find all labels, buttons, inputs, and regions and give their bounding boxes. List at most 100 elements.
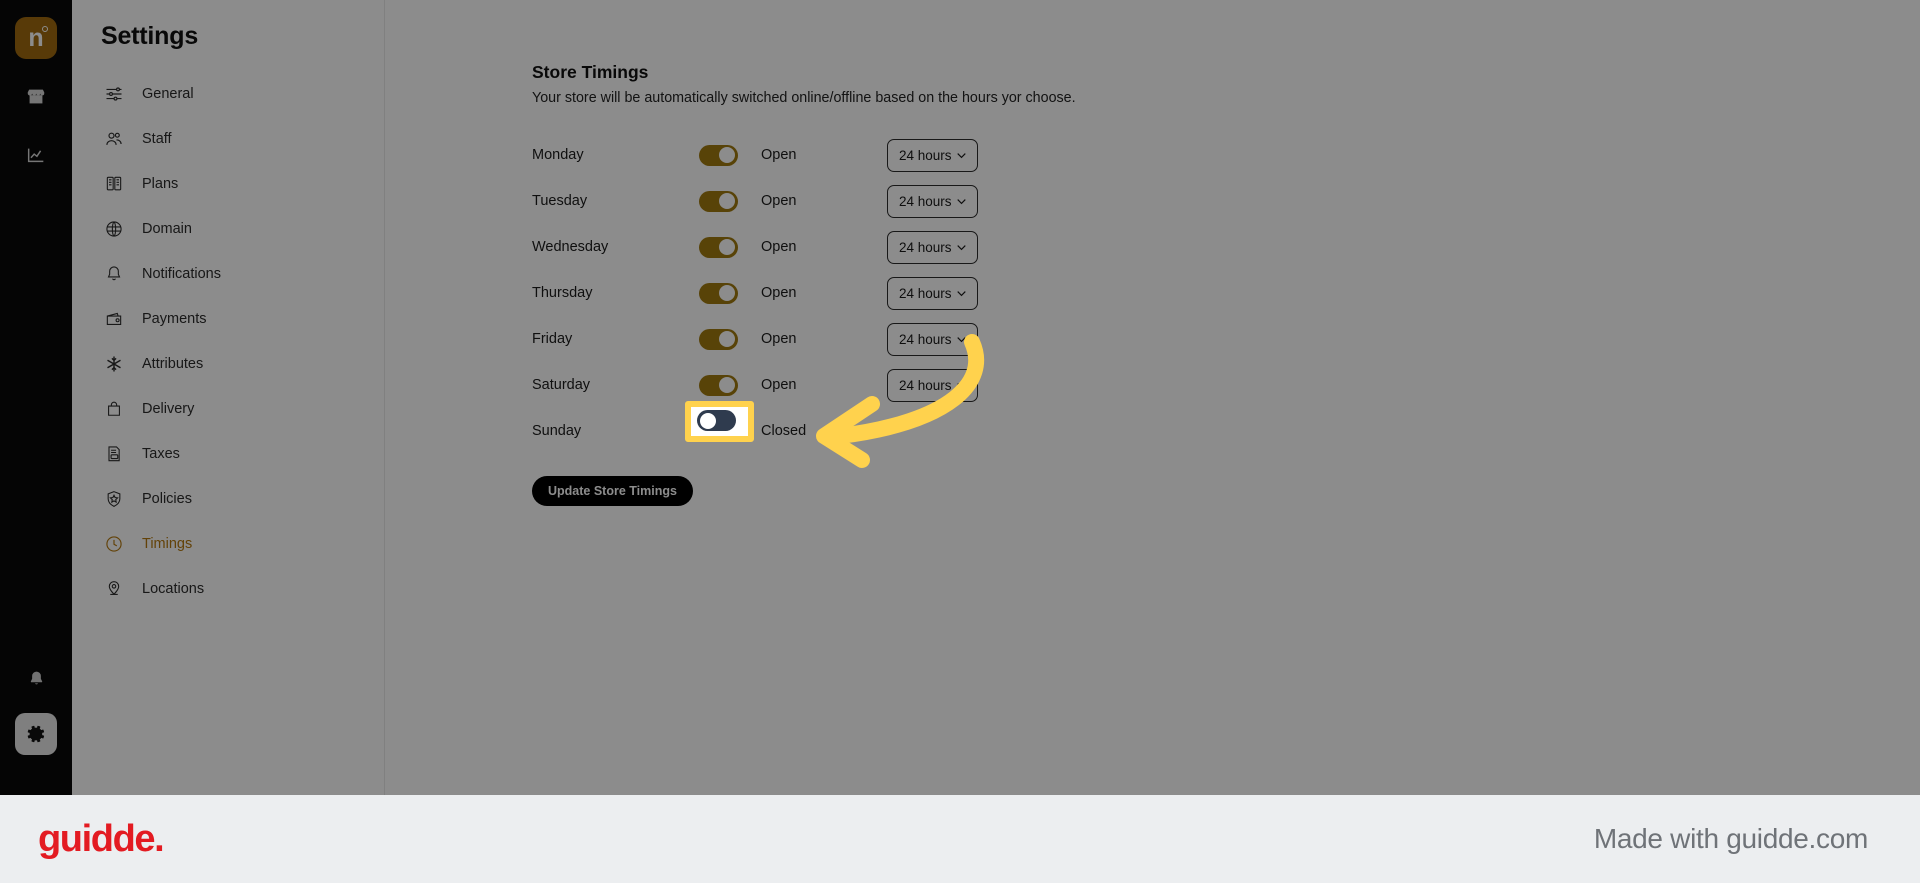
monday-hours-select[interactable]: 24 hours (887, 138, 978, 172)
monday-open-toggle[interactable] (699, 144, 738, 166)
bag-icon (103, 399, 124, 420)
day-label: Wednesday (532, 239, 609, 255)
page-title: Settings (101, 22, 199, 50)
rail-bell-icon[interactable] (16, 659, 56, 699)
sidebar-item-label: Delivery (142, 401, 195, 417)
screenshot-root: n Settings General Staff Plans Domain No… (0, 0, 1920, 883)
sidebar-item-policies[interactable]: Policies (72, 480, 384, 518)
shield-star-icon (103, 489, 124, 510)
table-row: Thursday Open 24 hours (532, 270, 1920, 316)
sidebar-item-label: Locations (142, 581, 205, 597)
thursday-open-toggle[interactable] (699, 282, 738, 304)
thursday-hours-select[interactable]: 24 hours (887, 276, 978, 310)
main-panel: Store Timings Your store will be automat… (385, 0, 1920, 795)
toggle-knob (719, 193, 735, 209)
wallet-icon (103, 309, 124, 330)
day-label: Monday (532, 147, 584, 163)
wednesday-hours-select[interactable]: 24 hours (887, 230, 978, 264)
update-store-timings-button[interactable]: Update Store Timings (532, 476, 693, 506)
toggle-knob (719, 377, 735, 393)
settings-sidebar: Settings General Staff Plans Domain Noti… (72, 0, 385, 795)
guidde-made-with: Made with guidde.com (1593, 823, 1868, 854)
sidebar-item-label: Payments (142, 311, 207, 327)
table-row: Monday Open 24 hours (532, 132, 1920, 178)
select-value: 24 hours (899, 147, 952, 163)
rail-gear-icon[interactable] (15, 713, 57, 755)
toggle-knob (719, 285, 735, 301)
chevron-down-icon (957, 382, 966, 388)
tuesday-open-toggle[interactable] (699, 190, 738, 212)
tuesday-hours-select[interactable]: 24 hours (887, 184, 978, 218)
sidebar-item-domain[interactable]: Domain (72, 210, 384, 248)
toggle-knob (719, 239, 735, 255)
table-row: Wednesday Open 24 hours (532, 224, 1920, 270)
chevron-down-icon (957, 290, 966, 296)
asterisk-icon (103, 354, 124, 375)
plans-book-icon (103, 174, 124, 195)
day-label: Friday (532, 331, 573, 347)
day-state-label: Open (761, 193, 797, 209)
sidebar-item-payments[interactable]: Payments (72, 300, 384, 338)
day-state-label: Open (761, 239, 797, 255)
application-screen: n Settings General Staff Plans Domain No… (0, 0, 1920, 795)
sidebar-item-notifications[interactable]: Notifications (72, 255, 384, 293)
section-title: Store Timings (532, 62, 649, 82)
sidebar-item-label: Timings (142, 536, 193, 552)
sidebar-item-locations[interactable]: Locations (72, 570, 384, 608)
guidde-footer: guidde. Made with guidde.com (0, 795, 1920, 883)
sidebar-item-delivery[interactable]: Delivery (72, 390, 384, 428)
sidebar-item-staff[interactable]: Staff (72, 120, 384, 158)
day-label: Sunday (532, 423, 582, 439)
app-logo-dot (42, 26, 48, 32)
toggle-cell (699, 282, 759, 304)
toggle-cell (699, 236, 759, 258)
rail-analytics-icon[interactable] (16, 135, 56, 175)
sidebar-item-timings[interactable]: Timings (72, 525, 384, 563)
day-state-label: Closed (761, 423, 807, 439)
sidebar-item-label: Domain (142, 221, 192, 237)
chevron-down-icon (957, 244, 966, 250)
app-rail: n (0, 0, 72, 795)
day-label: Thursday (532, 285, 593, 301)
sidebar-item-label: Attributes (142, 356, 204, 372)
select-value: 24 hours (899, 239, 952, 255)
toggle-cell (699, 374, 759, 396)
saturday-open-toggle[interactable] (699, 374, 738, 396)
sunday-open-toggle-highlighted[interactable] (697, 410, 736, 431)
friday-hours-select[interactable]: 24 hours (887, 322, 978, 356)
sidebar-item-plans[interactable]: Plans (72, 165, 384, 203)
wednesday-open-toggle[interactable] (699, 236, 738, 258)
day-state-label: Open (761, 285, 797, 301)
day-state-label: Open (761, 331, 797, 347)
toggle-cell (699, 144, 759, 166)
rail-store-icon[interactable] (16, 77, 56, 117)
chevron-down-icon (957, 152, 966, 158)
table-row: Tuesday Open 24 hours (532, 178, 1920, 224)
sidebar-item-attributes[interactable]: Attributes (72, 345, 384, 383)
table-row: Friday Open 24 hours (532, 316, 1920, 362)
app-logo[interactable]: n (15, 17, 57, 59)
globe-icon (103, 219, 124, 240)
store-timings-section: Store Timings Your store will be automat… (385, 0, 1920, 506)
location-pin-icon (103, 579, 124, 600)
toggle-cell (699, 328, 759, 350)
sidebar-item-taxes[interactable]: Taxes (72, 435, 384, 473)
sliders-icon (103, 84, 124, 105)
chevron-down-icon (957, 336, 966, 342)
select-value: 24 hours (899, 285, 952, 301)
select-value: 24 hours (899, 331, 952, 347)
toggle-knob (719, 331, 735, 347)
sidebar-item-label: Notifications (142, 266, 221, 282)
sidebar-item-general[interactable]: General (72, 75, 384, 113)
guidde-logo: guidde. (38, 817, 165, 860)
saturday-hours-select[interactable]: 24 hours (887, 368, 978, 402)
bell-icon (103, 264, 124, 285)
select-value: 24 hours (899, 377, 952, 393)
tax-document-icon (103, 444, 124, 465)
toggle-knob (699, 412, 716, 429)
toggle-cell (699, 190, 759, 212)
section-subtitle: Your store will be automatically switche… (532, 90, 1076, 106)
settings-nav: General Staff Plans Domain Notifications… (72, 75, 384, 608)
friday-open-toggle[interactable] (699, 328, 738, 350)
toggle-knob (719, 147, 735, 163)
